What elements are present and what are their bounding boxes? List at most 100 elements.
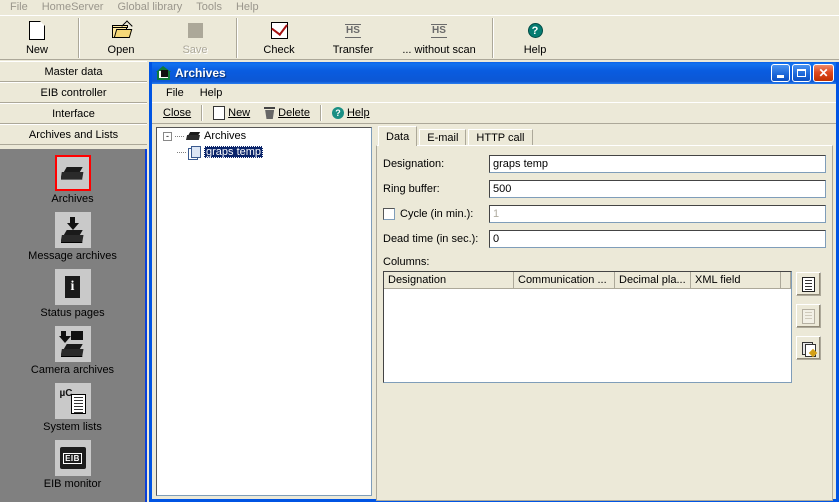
toolbar-button-without-scan[interactable]: HS ... without scan bbox=[390, 16, 488, 59]
field-row-dead-time: Dead time (in sec.): bbox=[383, 230, 826, 248]
toolbar-separator bbox=[236, 18, 238, 58]
close-button-label: Close bbox=[163, 107, 192, 119]
new-button-label: New bbox=[228, 107, 251, 119]
sidebar-item-message-archives[interactable]: Message archives bbox=[0, 212, 145, 262]
toolbar-separator bbox=[78, 18, 80, 58]
columns-grid[interactable]: Designation Communication ... Decimal pl… bbox=[383, 271, 792, 383]
archive-entry-icon bbox=[188, 145, 201, 160]
archives-menu-item-file[interactable]: File bbox=[158, 87, 192, 99]
archives-menu-item-help[interactable]: Help bbox=[192, 87, 231, 99]
sidebar: Master data EIB controller Interface Arc… bbox=[0, 61, 147, 502]
document-icon bbox=[802, 276, 815, 292]
tree-connector bbox=[175, 135, 184, 137]
trash-icon bbox=[264, 107, 276, 119]
toolbar-button-save-label: Save bbox=[182, 44, 208, 56]
new-page-icon bbox=[213, 106, 226, 120]
toolbar-button-new[interactable]: New bbox=[0, 16, 74, 59]
toolbar-button-transfer[interactable]: HS Transfer bbox=[316, 16, 390, 59]
eib-monitor-icon: EIB bbox=[54, 440, 91, 476]
tree-node-archives[interactable]: - Archives bbox=[157, 128, 371, 144]
toolbar-button-open[interactable]: Open bbox=[84, 16, 158, 59]
sidebar-item-camera-archives[interactable]: Camera archives bbox=[0, 326, 145, 376]
cycle-input bbox=[489, 205, 826, 223]
tab-email[interactable]: E-mail bbox=[419, 129, 467, 146]
house-icon bbox=[156, 66, 171, 80]
tree-node-graps-temp-label: graps temp bbox=[204, 146, 264, 158]
sidebar-item-archives-label: Archives bbox=[51, 193, 94, 205]
help-icon: ? bbox=[331, 107, 344, 119]
menu-item-global-library[interactable]: Global library bbox=[110, 0, 189, 15]
edit-document-icon bbox=[802, 341, 818, 357]
dead-time-input[interactable] bbox=[489, 230, 826, 248]
ring-buffer-input[interactable] bbox=[489, 180, 826, 198]
menu-item-help[interactable]: Help bbox=[229, 0, 266, 15]
archive-icon bbox=[54, 155, 91, 191]
open-folder-icon bbox=[111, 20, 133, 41]
close-button[interactable]: ✕ bbox=[813, 64, 834, 82]
new-column-button[interactable] bbox=[796, 272, 821, 296]
column-header-decimal-places[interactable]: Decimal pla... bbox=[615, 272, 691, 289]
sidebar-tab-interface[interactable]: Interface bbox=[0, 103, 147, 124]
new-button[interactable]: New bbox=[206, 103, 257, 123]
minimize-button[interactable] bbox=[771, 64, 790, 82]
message-archive-icon bbox=[54, 212, 91, 248]
column-header-xml-field[interactable]: XML field bbox=[691, 272, 781, 289]
window-controls: ✕ bbox=[771, 64, 834, 82]
sidebar-item-system-lists-label: System lists bbox=[43, 421, 102, 433]
columns-label: Columns: bbox=[383, 256, 430, 268]
toolbar-button-transfer-label: Transfer bbox=[332, 44, 374, 56]
menu-item-file[interactable]: File bbox=[3, 0, 35, 15]
menu-item-tools[interactable]: Tools bbox=[189, 0, 229, 15]
sidebar-tab-eib-controller[interactable]: EIB controller bbox=[0, 82, 147, 103]
delete-button[interactable]: Delete bbox=[257, 103, 317, 123]
edit-column-button[interactable] bbox=[796, 336, 821, 360]
application-window: File HomeServer Global library Tools Hel… bbox=[0, 0, 839, 502]
column-header-communication[interactable]: Communication ... bbox=[514, 272, 615, 289]
archives-menu-bar: File Help bbox=[152, 84, 836, 102]
help-button[interactable]: ? Help bbox=[325, 103, 377, 123]
sidebar-item-system-lists[interactable]: µC System lists bbox=[0, 383, 145, 433]
toolbar-button-help[interactable]: ? Help bbox=[498, 16, 572, 59]
system-list-icon: µC bbox=[54, 383, 91, 419]
archives-tree[interactable]: - Archives graps temp bbox=[156, 127, 372, 496]
main-toolbar: New Open Save Check HS Transfer HS ... w… bbox=[0, 15, 839, 60]
tree-expander-icon[interactable]: - bbox=[163, 131, 172, 141]
maximize-button[interactable] bbox=[792, 64, 811, 82]
dead-time-label: Dead time (in sec.): bbox=[383, 233, 479, 245]
tab-panel-data: Designation: Ring buffer: Cycle (in min.… bbox=[376, 145, 833, 501]
close-button-toolbar[interactable]: Close bbox=[156, 103, 198, 123]
sidebar-item-eib-monitor[interactable]: EIB EIB monitor bbox=[0, 440, 145, 490]
sidebar-tab-master-data[interactable]: Master data bbox=[0, 61, 147, 82]
archive-detail-pane: Data E-mail HTTP call Designation: Ring … bbox=[376, 126, 833, 501]
columns-grid-header: Designation Communication ... Decimal pl… bbox=[384, 272, 791, 289]
cycle-checkbox[interactable] bbox=[383, 208, 395, 220]
archives-window-title: Archives bbox=[175, 66, 226, 80]
menu-item-homeserver[interactable]: HomeServer bbox=[35, 0, 111, 15]
field-row-ring-buffer: Ring buffer: bbox=[383, 180, 826, 198]
sidebar-tab-archives-and-lists[interactable]: Archives and Lists bbox=[0, 124, 147, 145]
detail-tabstrip: Data E-mail HTTP call bbox=[376, 126, 833, 146]
tab-http-call[interactable]: HTTP call bbox=[468, 129, 533, 146]
tree-node-graps-temp[interactable]: graps temp bbox=[157, 144, 371, 160]
toolbar-button-new-label: New bbox=[25, 44, 48, 56]
designation-label: Designation: bbox=[383, 158, 445, 170]
toolbar-separator bbox=[201, 105, 204, 121]
column-header-designation[interactable]: Designation bbox=[384, 272, 514, 289]
tab-data[interactable]: Data bbox=[378, 126, 418, 146]
cycle-label: Cycle (in min.): bbox=[400, 208, 474, 220]
archives-window-titlebar[interactable]: Archives ✕ bbox=[152, 62, 836, 84]
toolbar-button-check[interactable]: Check bbox=[242, 16, 316, 59]
sidebar-item-archives[interactable]: Archives bbox=[0, 155, 145, 205]
archives-window-body: - Archives graps temp Data E-mail HTTP c… bbox=[152, 124, 836, 501]
sidebar-item-camera-archives-label: Camera archives bbox=[30, 364, 115, 376]
help-icon: ? bbox=[527, 20, 543, 41]
toolbar-separator bbox=[319, 105, 322, 121]
camera-archive-icon bbox=[54, 326, 91, 362]
sidebar-item-eib-monitor-label: EIB monitor bbox=[43, 478, 102, 490]
tree-node-archives-label: Archives bbox=[204, 130, 247, 142]
toolbar-button-without-scan-label: ... without scan bbox=[402, 44, 476, 56]
designation-input[interactable] bbox=[489, 155, 826, 173]
sidebar-item-status-pages[interactable]: i Status pages bbox=[0, 269, 145, 319]
sidebar-item-status-pages-label: Status pages bbox=[40, 307, 105, 319]
ring-buffer-label: Ring buffer: bbox=[383, 183, 440, 195]
